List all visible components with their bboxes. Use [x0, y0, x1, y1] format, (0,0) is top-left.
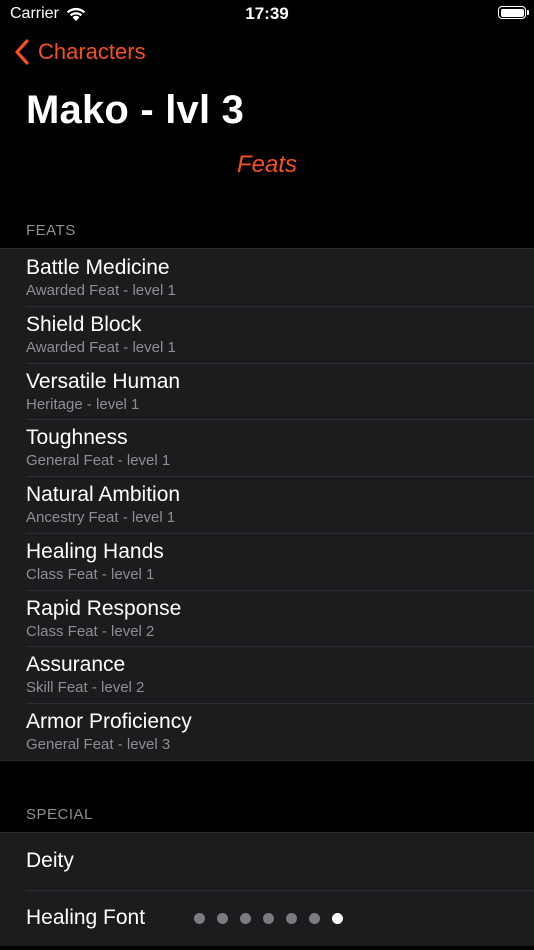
page-indicator[interactable]	[194, 912, 343, 924]
back-button[interactable]: Characters	[14, 38, 146, 66]
list-item[interactable]: Armor Proficiency General Feat - level 3	[0, 703, 534, 760]
special-item-healing-font[interactable]: Healing Font	[0, 889, 534, 947]
special-list: Deity Healing Font	[0, 832, 534, 946]
feat-name: Shield Block	[26, 312, 142, 336]
feat-detail: Class Feat - level 2	[26, 622, 155, 640]
list-item[interactable]: Shield Block Awarded Feat - level 1	[0, 305, 534, 363]
feat-detail: Heritage - level 1	[26, 395, 140, 413]
feat-detail: Ancestry Feat - level 1	[26, 509, 176, 526]
chevron-left-icon	[15, 39, 29, 65]
list-item[interactable]: Natural Ambition Ancestry Feat - level 1	[0, 476, 534, 533]
battery-icon	[498, 6, 529, 19]
page-dot[interactable]	[194, 912, 205, 924]
page-dot[interactable]	[286, 912, 297, 924]
feat-name: Versatile Human	[26, 369, 181, 393]
special-item-label: Deity	[26, 849, 74, 872]
page-dot[interactable]	[217, 912, 228, 924]
special-item-deity[interactable]: Deity	[0, 833, 534, 890]
feat-name: Healing Hands	[26, 539, 164, 563]
battery-level-fill	[500, 8, 524, 17]
feat-name: Battle Medicine	[26, 256, 170, 279]
feats-list: Battle Medicine Awarded Feat - level 1 S…	[0, 248, 534, 761]
feat-name: Natural Ambition	[26, 483, 181, 506]
back-button-label: Characters	[38, 39, 146, 64]
page-dot[interactable]	[263, 912, 274, 924]
page-title: Mako - lvl 3	[26, 88, 245, 132]
list-item[interactable]: Versatile Human Heritage - level 1	[0, 362, 534, 420]
feat-detail: General Feat - level 3	[26, 736, 171, 753]
feat-name: Rapid Response	[26, 596, 182, 620]
list-item[interactable]: Rapid Response Class Feat - level 2	[0, 589, 534, 647]
feat-detail: Awarded Feat - level 1	[26, 338, 176, 356]
special-item-label: Healing Font	[26, 905, 146, 929]
feat-name: Armor Proficiency	[26, 710, 192, 733]
list-item[interactable]: Battle Medicine Awarded Feat - level 1	[0, 249, 534, 306]
status-time: 17:39	[245, 4, 289, 23]
feat-detail: Awarded Feat - level 1	[26, 282, 176, 299]
section-header-feats: FEATS	[26, 222, 76, 239]
section-header-special: SPECIAL	[26, 806, 93, 823]
page-dot[interactable]	[240, 912, 251, 924]
feat-detail: Skill Feat - level 2	[26, 679, 145, 697]
page-subtitle: Feats	[236, 151, 298, 178]
feat-detail: Class Feat - level 1	[26, 565, 155, 583]
page-dot-active[interactable]	[332, 912, 343, 924]
list-item[interactable]: Toughness General Feat - level 1	[0, 419, 534, 476]
list-item[interactable]: Assurance Skill Feat - level 2	[0, 646, 534, 703]
status-bar: Carrier 17:39	[0, 0, 534, 30]
feat-name: Assurance	[26, 653, 126, 677]
list-item[interactable]: Healing Hands Class Feat - level 1	[0, 532, 534, 590]
feat-name: Toughness	[26, 426, 128, 450]
page-dot[interactable]	[309, 912, 320, 924]
feat-detail: General Feat - level 1	[26, 452, 171, 470]
